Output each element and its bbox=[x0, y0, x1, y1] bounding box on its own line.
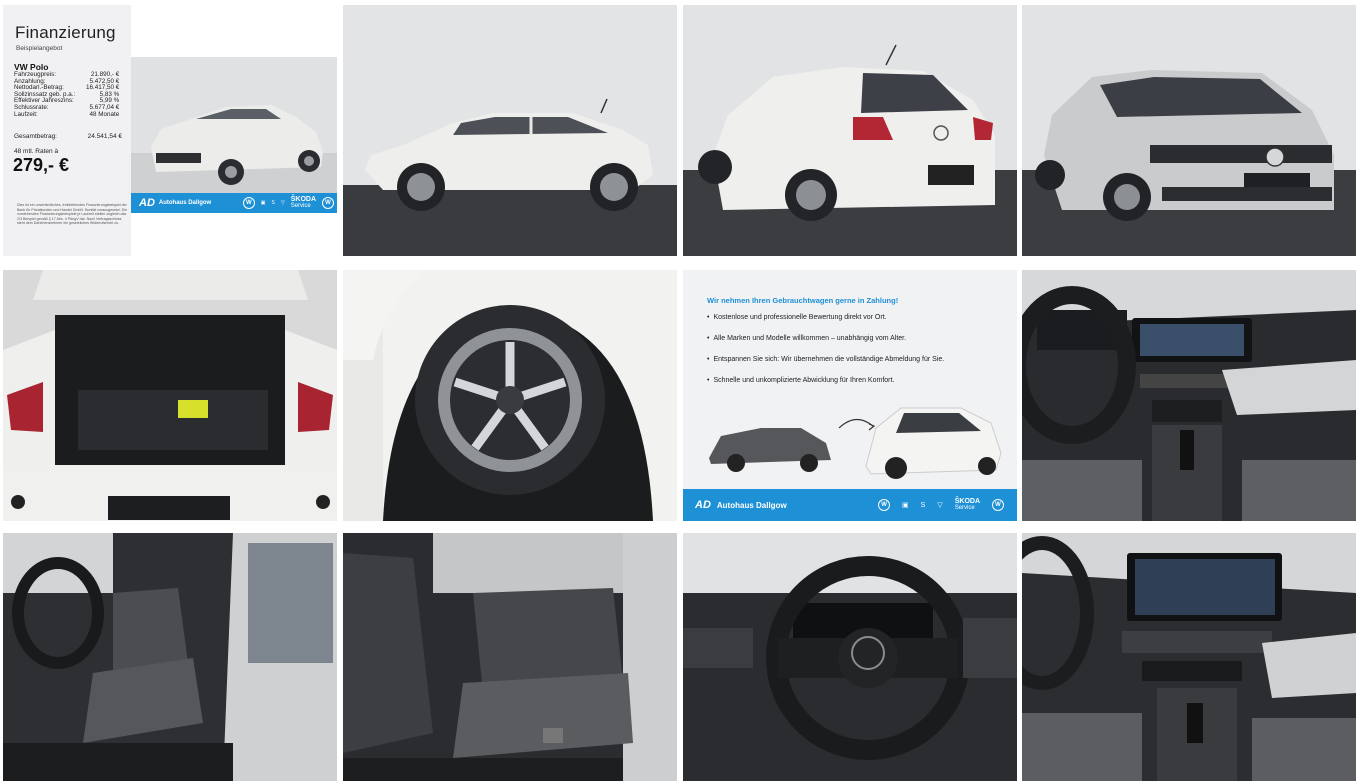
photo-front-seats[interactable] bbox=[3, 533, 337, 781]
trade-in-cars-image bbox=[709, 407, 1002, 479]
dealer-name: Autohaus Dallgow bbox=[716, 500, 787, 510]
trunk-image bbox=[3, 270, 337, 521]
skoda-logo: ŠKODA Service bbox=[290, 196, 316, 209]
photo-dashboard[interactable] bbox=[1022, 270, 1356, 521]
row-value: 48 Monate bbox=[89, 110, 120, 118]
vw-logo-icon: W bbox=[878, 499, 891, 511]
polo-front-view-image bbox=[1022, 5, 1356, 256]
trade-in-dealer-bar: AD Autohaus Dallgow W ▣ S ▽ ŠKODA Service… bbox=[683, 489, 1017, 521]
finance-subtitle: Beispielangebot bbox=[16, 45, 63, 52]
cupra-logo-icon: ▽ bbox=[280, 200, 285, 206]
photo-gallery-grid: Finanzierung Beispielangebot VW Polo Fah… bbox=[0, 0, 1361, 781]
brand-logos: W ▣ S ▽ ŠKODA Service W bbox=[878, 498, 1004, 512]
vw-commercial-icon: W bbox=[322, 197, 334, 209]
trade-in-list: Kostenlose und professionelle Bewertung … bbox=[707, 314, 944, 398]
vw-logo-icon: W bbox=[242, 197, 255, 209]
photo-rear-view[interactable] bbox=[683, 5, 1017, 256]
table-row: Laufzeit: 48 Monate bbox=[14, 110, 120, 119]
list-item: Schnelle und unkomplizierte Abwicklung f… bbox=[707, 377, 944, 398]
finance-title: Finanzierung bbox=[15, 23, 116, 42]
rate-value: 279,- € bbox=[13, 155, 70, 175]
polo-side-image bbox=[343, 5, 677, 256]
finance-dealer-bar: AD Autohaus Dallgow W ▣ S ▽ ŠKODA Service… bbox=[131, 193, 337, 213]
photo-wheel[interactable] bbox=[343, 270, 677, 521]
skoda-logo: ŠKODA Service bbox=[954, 498, 980, 511]
photo-infotainment[interactable] bbox=[1022, 533, 1356, 781]
finance-fineprint: Dies ist ein unverbindliches, freibleibe… bbox=[17, 203, 128, 226]
brand-logos: W ▣ S ▽ ŠKODA Service W bbox=[242, 196, 334, 210]
rear-seats-image bbox=[343, 533, 677, 781]
vw-nutzfahrzeuge-icon: ▣ bbox=[260, 200, 266, 206]
seat-logo-icon: S bbox=[920, 501, 926, 509]
vw-commercial-icon: W bbox=[992, 499, 1004, 511]
list-item: Kostenlose und professionelle Bewertung … bbox=[707, 314, 944, 335]
photo-rear-seats[interactable] bbox=[343, 533, 677, 781]
dealer-logo-icon: AD bbox=[695, 499, 711, 511]
polo-front-image bbox=[131, 57, 337, 193]
trade-in-heading: Wir nehmen Ihren Gebrauchtwagen gerne in… bbox=[707, 296, 899, 305]
total-value: 24.541,54 € bbox=[87, 133, 122, 140]
dashboard-image bbox=[1022, 270, 1356, 521]
photo-steering-wheel[interactable] bbox=[683, 533, 1017, 781]
photo-side-view[interactable] bbox=[343, 5, 677, 256]
photo-trunk[interactable] bbox=[3, 270, 337, 521]
finance-total: Gesamtbetrag: 24.541,54 € bbox=[14, 133, 122, 140]
photo-front-view[interactable] bbox=[1022, 5, 1356, 256]
row-label: Laufzeit: bbox=[14, 110, 38, 118]
list-item: Entspannen Sie sich: Wir übernehmen die … bbox=[707, 356, 944, 377]
dealer-logo-icon: AD bbox=[139, 197, 155, 209]
trade-in-tile[interactable]: Wir nehmen Ihren Gebrauchtwagen gerne in… bbox=[683, 270, 1017, 521]
polo-rear-image bbox=[683, 5, 1017, 256]
total-label: Gesamtbetrag: bbox=[14, 133, 57, 140]
cupra-logo-icon: ▽ bbox=[937, 502, 943, 509]
infotainment-image bbox=[1022, 533, 1356, 781]
front-seats-image bbox=[3, 533, 337, 781]
dealer-name: Autohaus Dallgow bbox=[158, 200, 212, 206]
seat-logo-icon: S bbox=[271, 200, 275, 206]
finance-table: Fahrzeugpreis: 21.890,- € Anzahlung: 5.472… bbox=[14, 71, 120, 119]
steering-wheel-image bbox=[683, 533, 1017, 781]
finance-offer-tile[interactable]: Finanzierung Beispielangebot VW Polo Fah… bbox=[3, 5, 337, 256]
list-item: Alle Marken und Modelle willkommen – una… bbox=[707, 335, 944, 356]
vw-nutzfahrzeuge-icon: ▣ bbox=[902, 502, 909, 509]
rate-label: 48 mtl. Raten à bbox=[14, 148, 59, 155]
wheel-image bbox=[343, 270, 677, 521]
